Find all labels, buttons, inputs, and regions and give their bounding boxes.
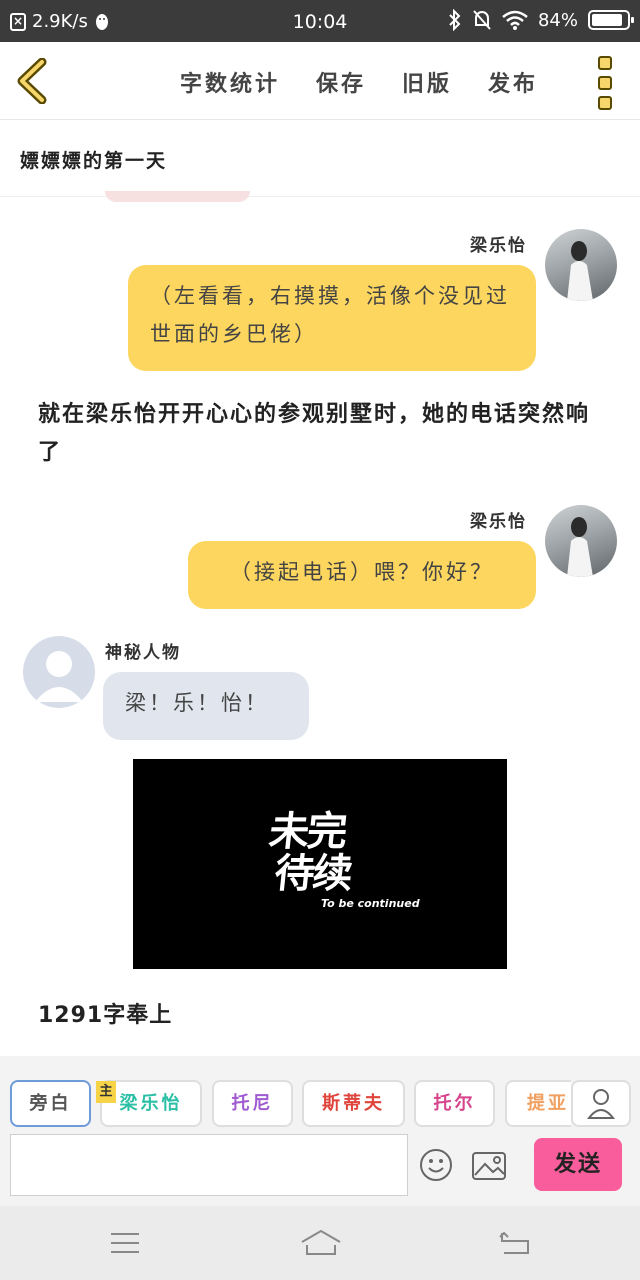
add-role-button[interactable]	[571, 1080, 631, 1127]
role-chip-narrator[interactable]: 旁白	[10, 1080, 91, 1127]
status-bar: × 2.9K/s 10:04 84%	[0, 0, 640, 42]
to-be-continued-image[interactable]: 未完 待续 To be continued	[133, 759, 507, 969]
bluetooth-icon	[449, 9, 461, 31]
word-count-button[interactable]: 字数统计	[180, 66, 280, 98]
back-chevron-icon[interactable]	[14, 58, 54, 104]
system-nav-bar	[0, 1206, 640, 1280]
avatar-figure-icon	[567, 241, 593, 301]
story-title-row: 嫖嫖嫖的第一天	[0, 121, 640, 197]
default-avatar[interactable]	[23, 636, 95, 708]
chat-bubble[interactable]: （左看看，右摸摸，活像个没见过世面的乡巴佬）	[128, 265, 536, 371]
battery-icon	[588, 10, 634, 30]
emoji-icon[interactable]	[419, 1148, 453, 1182]
editor-toolbar: 字数统计 保存 旧版 发布	[0, 42, 640, 120]
chat-bubble[interactable]: 梁！乐！怡！	[103, 672, 309, 740]
role-chip-thor[interactable]: 托尔	[414, 1080, 495, 1127]
menu-icon[interactable]	[108, 1228, 142, 1258]
old-version-button[interactable]: 旧版	[402, 66, 452, 98]
story-title[interactable]: 嫖嫖嫖的第一天	[20, 146, 167, 173]
image-text-english: To be continued	[321, 897, 420, 910]
image-icon[interactable]	[471, 1150, 507, 1182]
speaker-name: 梁乐怡	[470, 236, 527, 256]
message-input[interactable]	[10, 1134, 408, 1196]
default-user-icon	[35, 651, 83, 702]
owner-badge: 主	[96, 1081, 116, 1103]
image-text-line1: 未完	[266, 808, 348, 855]
back-icon[interactable]	[498, 1228, 532, 1258]
avatar-figure-icon	[567, 517, 593, 577]
narration-text[interactable]: 就在梁乐怡开开心心的参观别墅时，她的电话突然响了	[38, 396, 608, 472]
more-menu-icon[interactable]	[598, 56, 614, 110]
speaker-name: 神秘人物	[105, 643, 181, 663]
publish-button[interactable]: 发布	[488, 66, 538, 98]
previous-bubble-fragment	[105, 191, 250, 202]
image-text-line2: 待续	[272, 850, 354, 897]
save-button[interactable]: 保存	[316, 66, 366, 98]
mute-bell-icon	[473, 10, 491, 30]
battery-percent: 84%	[537, 9, 578, 31]
footer-word-count[interactable]: 1291字奉上	[38, 997, 172, 1029]
user-icon	[586, 1089, 616, 1119]
home-icon[interactable]	[299, 1228, 343, 1258]
avatar[interactable]	[545, 229, 617, 301]
role-chip-tia[interactable]: 提亚	[505, 1080, 571, 1127]
speaker-name: 梁乐怡	[470, 512, 527, 532]
role-chip-tony[interactable]: 托尼	[212, 1080, 293, 1127]
chat-bubble[interactable]: （接起电话）喂？你好？	[188, 541, 536, 609]
role-chip-steve[interactable]: 斯蒂夫	[302, 1080, 405, 1127]
send-button[interactable]: 发送	[534, 1138, 622, 1191]
avatar[interactable]	[545, 505, 617, 577]
wifi-icon	[502, 10, 528, 30]
